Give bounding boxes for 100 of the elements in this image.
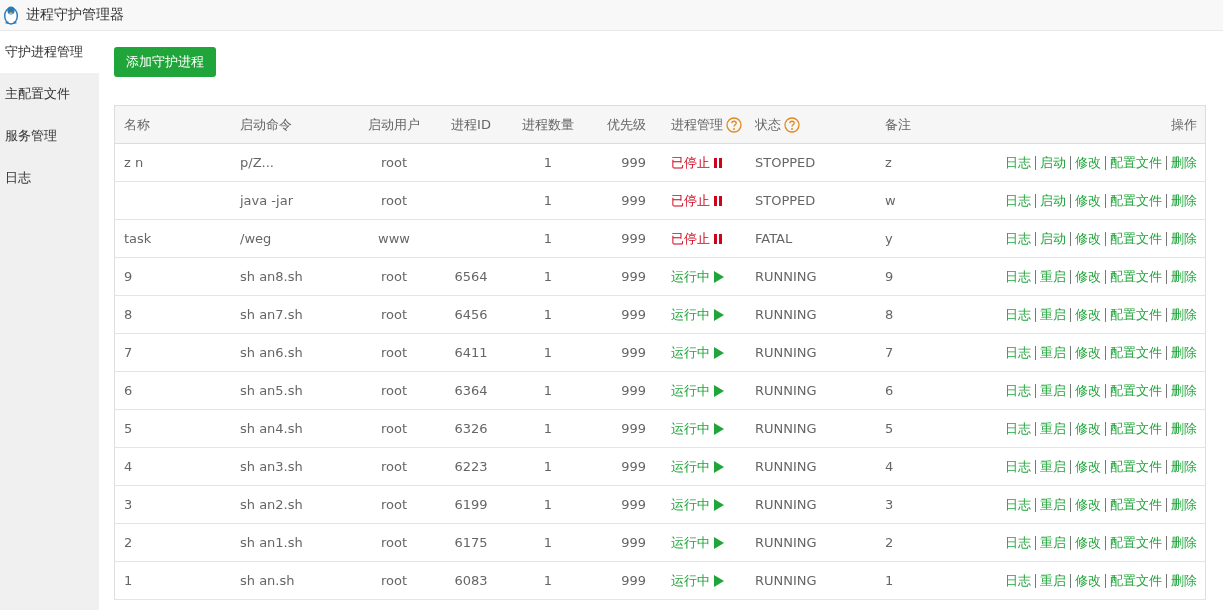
action-link[interactable]: 日志 <box>1005 420 1031 436</box>
action-link[interactable]: 配置文件 <box>1110 230 1162 246</box>
sidebar-item[interactable]: 守护进程管理 <box>0 31 99 73</box>
pause-icon <box>713 233 723 245</box>
action-link[interactable]: 配置文件 <box>1110 306 1162 322</box>
action-link[interactable]: 重启 <box>1040 420 1066 436</box>
action-link[interactable]: 配置文件 <box>1110 268 1162 284</box>
action-link[interactable]: 配置文件 <box>1110 534 1162 550</box>
action-link[interactable]: 修改 <box>1075 382 1101 398</box>
action-link[interactable]: 删除 <box>1171 230 1197 246</box>
table-cell: FATAL <box>755 231 793 246</box>
column-header: 启动命令 <box>240 116 292 132</box>
action-link[interactable]: 配置文件 <box>1110 496 1162 512</box>
action-link[interactable]: 删除 <box>1171 344 1197 360</box>
action-link[interactable]: 删除 <box>1171 382 1197 398</box>
action-link[interactable]: 重启 <box>1040 382 1066 398</box>
column-header: 名称 <box>124 116 150 132</box>
table-cell: 999 <box>621 231 646 246</box>
table-cell: 6364 <box>454 383 488 398</box>
process-state: 已停止 <box>671 154 710 170</box>
table-cell: 6175 <box>454 535 488 550</box>
action-link[interactable]: 重启 <box>1040 344 1066 360</box>
action-link[interactable]: 日志 <box>1005 534 1031 550</box>
action-link[interactable]: 删除 <box>1171 572 1197 588</box>
table-cell: 4 <box>124 459 133 474</box>
table-cell: 8 <box>124 307 133 322</box>
action-link[interactable]: 配置文件 <box>1110 344 1162 360</box>
action-link[interactable]: 重启 <box>1040 496 1066 512</box>
action-link[interactable]: 修改 <box>1075 534 1101 550</box>
add-process-button[interactable]: 添加守护进程 <box>114 47 216 77</box>
process-state: 运行中 <box>671 306 710 322</box>
action-link[interactable]: 删除 <box>1171 420 1197 436</box>
action-link[interactable]: 修改 <box>1075 420 1101 436</box>
action-link[interactable]: 重启 <box>1040 534 1066 550</box>
play-icon <box>713 347 725 359</box>
action-link[interactable]: 修改 <box>1075 458 1101 474</box>
table-cell: 1 <box>543 193 553 208</box>
column-header: 进程管理 <box>671 116 723 132</box>
action-link[interactable]: 重启 <box>1040 458 1066 474</box>
action-link[interactable]: 删除 <box>1171 496 1197 512</box>
action-link[interactable]: 修改 <box>1075 496 1101 512</box>
action-link[interactable]: 日志 <box>1005 268 1031 284</box>
action-link[interactable]: 日志 <box>1005 154 1031 170</box>
action-link[interactable]: 启动 <box>1040 192 1066 208</box>
action-link[interactable]: 配置文件 <box>1110 382 1162 398</box>
column-header: 状态 <box>755 116 781 132</box>
action-link[interactable]: 删除 <box>1171 534 1197 550</box>
action-link[interactable]: 重启 <box>1040 268 1066 284</box>
table-cell: root <box>380 269 408 284</box>
action-link[interactable]: 日志 <box>1005 458 1031 474</box>
table-cell: 999 <box>621 421 646 436</box>
action-link[interactable]: 修改 <box>1075 306 1101 322</box>
table-cell: sh an.sh <box>240 573 295 588</box>
action-link[interactable]: 日志 <box>1005 382 1031 398</box>
sidebar-item[interactable]: 日志 <box>0 157 99 199</box>
action-link[interactable]: 日志 <box>1005 344 1031 360</box>
table-cell: 1 <box>543 231 553 246</box>
action-link[interactable]: 修改 <box>1075 192 1101 208</box>
action-link[interactable]: 配置文件 <box>1110 420 1162 436</box>
table-cell: RUNNING <box>755 573 817 588</box>
action-link[interactable]: 配置文件 <box>1110 572 1162 588</box>
table-cell: 999 <box>621 307 646 322</box>
table-cell: 3 <box>124 497 133 512</box>
table-cell: 6456 <box>454 307 488 322</box>
action-link[interactable]: 启动 <box>1040 154 1066 170</box>
table-cell: 5 <box>124 421 133 436</box>
action-link[interactable]: 删除 <box>1171 154 1197 170</box>
action-link[interactable]: 修改 <box>1075 344 1101 360</box>
table-cell: z n <box>124 155 144 170</box>
action-link[interactable]: 配置文件 <box>1110 458 1162 474</box>
process-state: 运行中 <box>671 382 710 398</box>
action-link[interactable]: 删除 <box>1171 192 1197 208</box>
play-icon <box>713 537 725 549</box>
column-header: 进程ID <box>451 116 491 132</box>
table-cell: root <box>380 193 408 208</box>
action-link[interactable]: 重启 <box>1040 572 1066 588</box>
action-link[interactable]: 配置文件 <box>1110 154 1162 170</box>
table-cell: 1 <box>543 573 553 588</box>
table-cell: RUNNING <box>755 459 817 474</box>
action-link[interactable]: 日志 <box>1005 192 1031 208</box>
action-link[interactable]: 日志 <box>1005 572 1031 588</box>
action-link[interactable]: 删除 <box>1171 268 1197 284</box>
table-cell: 999 <box>621 269 646 284</box>
action-link[interactable]: 配置文件 <box>1110 192 1162 208</box>
table-cell: sh an3.sh <box>240 459 303 474</box>
action-link[interactable]: 启动 <box>1040 230 1066 246</box>
process-state: 运行中 <box>671 534 710 550</box>
action-link[interactable]: 日志 <box>1005 230 1031 246</box>
action-link[interactable]: 修改 <box>1075 268 1101 284</box>
sidebar-item[interactable]: 服务管理 <box>0 115 99 157</box>
action-link[interactable]: 修改 <box>1075 230 1101 246</box>
action-link[interactable]: 修改 <box>1075 154 1101 170</box>
sidebar-item[interactable]: 主配置文件 <box>0 73 99 115</box>
action-link[interactable]: 日志 <box>1005 306 1031 322</box>
table-cell: root <box>380 307 408 322</box>
action-link[interactable]: 修改 <box>1075 572 1101 588</box>
action-link[interactable]: 删除 <box>1171 458 1197 474</box>
action-link[interactable]: 删除 <box>1171 306 1197 322</box>
action-link[interactable]: 重启 <box>1040 306 1066 322</box>
action-link[interactable]: 日志 <box>1005 496 1031 512</box>
